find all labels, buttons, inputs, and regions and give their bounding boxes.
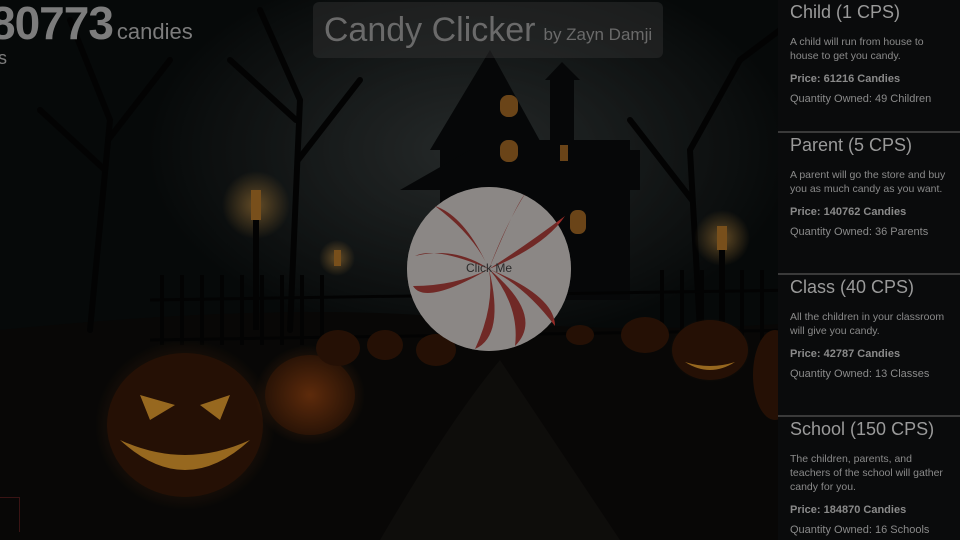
game-title: Candy Clicker: [323, 10, 536, 49]
shop-item-description: The children, parents, and teachers of t…: [790, 453, 943, 493]
shop-item-name: Class (40 CPS): [790, 277, 915, 297]
candies-per-second-label: s: [0, 48, 7, 68]
shop-item-description: All the children in your classroom will …: [790, 311, 945, 337]
shop-item-class[interactable]: Class (40 CPS) All the children in your …: [778, 273, 960, 415]
shop-item-price: Price: 61216 Candies: [790, 73, 901, 85]
game-author: by Zayn Damji: [543, 25, 653, 44]
shop-item-child[interactable]: Child (1 CPS) A child will run from hous…: [778, 0, 960, 140]
shop-item-school[interactable]: School (150 CPS) The children, parents, …: [778, 415, 960, 540]
shop-item-owned: Quantity Owned: 49 Children: [790, 93, 932, 105]
corner-frame-decoration: [0, 497, 20, 532]
candy-score: 80773 candies: [0, 0, 193, 50]
shop-item-name: School (150 CPS): [790, 419, 935, 439]
candy-count: 80773: [0, 0, 114, 49]
shop-item-price: Price: 184870 Candies: [790, 504, 907, 516]
candy-click-button[interactable]: Click Me: [405, 186, 573, 352]
shop-item-parent[interactable]: Parent (5 CPS) A parent will go the stor…: [778, 131, 960, 273]
shop-item-description: A parent will go the store and buy you a…: [790, 169, 946, 195]
shop-item-name: Parent (5 CPS): [790, 135, 913, 155]
shop-item-owned: Quantity Owned: 36 Parents: [790, 226, 929, 238]
shop-item-owned: Quantity Owned: 16 Schools: [790, 524, 930, 536]
title-banner: Candy Clicker by Zayn Damji: [313, 2, 663, 58]
click-me-label: Click Me: [465, 261, 512, 275]
shop-item-price: Price: 42787 Candies: [790, 348, 901, 360]
shop-item-owned: Quantity Owned: 13 Classes: [790, 368, 930, 380]
shop-item-price: Price: 140762 Candies: [790, 206, 907, 218]
shop-item-name: Child (1 CPS): [790, 2, 901, 22]
candy-unit-label: candies: [116, 19, 193, 44]
shop-item-description: A child will run from house to house to …: [790, 36, 924, 62]
upgrade-shop-panel: Child (1 CPS) A child will run from hous…: [778, 0, 960, 540]
